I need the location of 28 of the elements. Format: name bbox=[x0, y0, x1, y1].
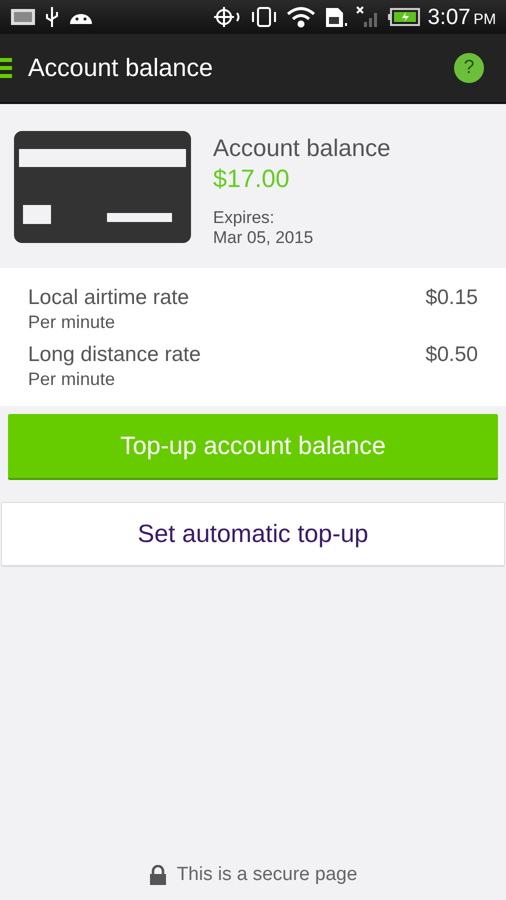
menu-icon[interactable] bbox=[0, 57, 12, 79]
balance-label: Account balance bbox=[213, 135, 390, 163]
sim-card-icon bbox=[324, 6, 348, 28]
status-meridiem: PM bbox=[474, 11, 496, 28]
status-time: 3:07 bbox=[428, 4, 470, 29]
vibrate-icon bbox=[250, 6, 278, 28]
rate-name: Long distance rate bbox=[28, 343, 201, 367]
rate-name: Local airtime rate bbox=[28, 286, 190, 310]
expires-date: Mar 05, 2015 bbox=[213, 228, 314, 248]
help-button[interactable]: ? bbox=[454, 53, 484, 83]
image-icon bbox=[10, 6, 36, 28]
rate-price: $0.15 bbox=[425, 286, 478, 311]
wifi-icon bbox=[286, 6, 316, 28]
expires-label: Expires: bbox=[213, 208, 276, 228]
signal-icon bbox=[356, 6, 380, 28]
app-bar-title: Account balance bbox=[28, 54, 213, 82]
rate-unit: Per minute bbox=[28, 312, 116, 333]
rate-price: $0.50 bbox=[425, 343, 478, 368]
balance-amount: $17.00 bbox=[213, 165, 290, 194]
lock-icon bbox=[148, 865, 167, 885]
auto-top-up-button[interactable]: Set automatic top-up bbox=[1, 502, 505, 567]
usb-icon bbox=[44, 6, 60, 28]
credit-card-icon bbox=[14, 131, 191, 243]
top-up-button[interactable]: Top-up account balance bbox=[8, 414, 498, 480]
location-icon bbox=[212, 6, 242, 28]
battery-icon bbox=[388, 6, 420, 28]
rate-unit: Per minute bbox=[28, 369, 116, 390]
secure-page-note: This is a secure page bbox=[176, 864, 358, 886]
